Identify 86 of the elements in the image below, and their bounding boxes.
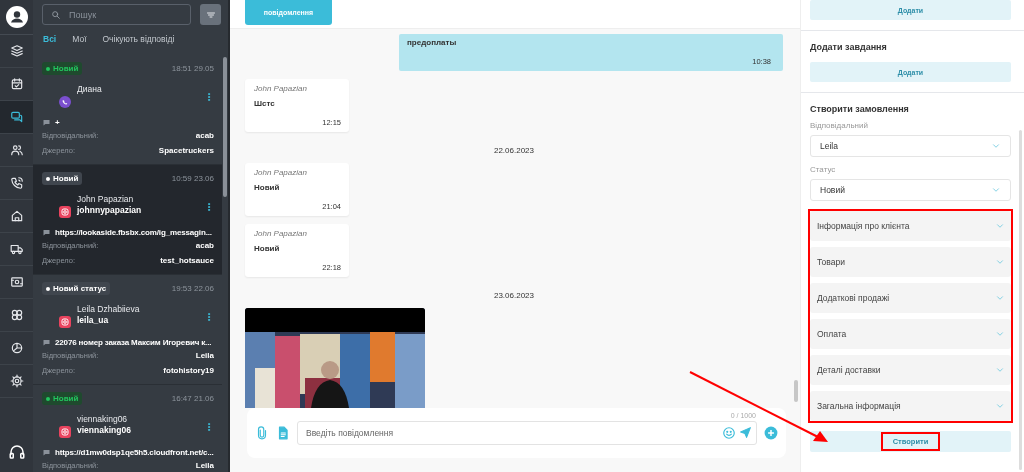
viber-icon: [59, 96, 71, 108]
responsible-value: Leila: [195, 461, 214, 470]
message-text: предоплаты: [407, 38, 458, 47]
message-preview: 22076 номер заказа Максим Игоревич к...: [55, 337, 212, 347]
contact-name: Leila Dzhabiieva: [77, 304, 141, 314]
pie-chart-icon: [9, 341, 24, 355]
accordion-item[interactable]: Товари: [810, 247, 1011, 277]
source-value: test_hotsauce: [160, 256, 214, 265]
contact-name: Диана: [77, 84, 103, 94]
conversation-time: 19:53 22.06: [171, 284, 214, 293]
responsible-select[interactable]: Leila: [810, 135, 1011, 157]
accordion-item[interactable]: Деталі доставки: [810, 355, 1011, 385]
message-author: John Papazian: [254, 168, 308, 177]
instagram-icon: [59, 206, 71, 218]
chevron-down-icon: [995, 365, 1005, 375]
phone-icon: [9, 176, 24, 190]
contact-username: viennaking06: [77, 425, 132, 435]
filter-tab[interactable]: Мої: [72, 34, 87, 44]
message-icon: [42, 337, 51, 347]
chevron-down-icon: [995, 329, 1005, 339]
status-label: Новий статус: [53, 284, 107, 293]
filter-tab[interactable]: Очікують відповіді: [102, 34, 175, 44]
message-preview: https://d1mw0dsp1qe5h5.cloudfront.net/c...: [55, 447, 214, 457]
status-label: Новий: [53, 64, 79, 73]
date-separator: 23.06.2023: [493, 291, 534, 300]
scrollbar[interactable]: [223, 57, 227, 197]
accordion-item[interactable]: Оплата: [810, 319, 1011, 349]
responsible-value: acab: [195, 131, 214, 140]
status-label: Новий: [53, 174, 79, 183]
scrollbar[interactable]: [794, 380, 798, 402]
responsible-value: Leila: [195, 351, 214, 360]
chevron-down-icon: [995, 401, 1005, 411]
conversation-time: 16:47 21.06: [171, 394, 214, 403]
instagram-icon: [59, 316, 71, 328]
scrollbar[interactable]: [1019, 130, 1022, 470]
contact-name: viennaking06: [77, 414, 129, 424]
contact-name: John Papazian: [77, 194, 135, 204]
layers-icon: [9, 44, 24, 58]
message-preview: +: [55, 117, 60, 127]
truck-icon: [9, 242, 24, 256]
contact-username: leila_ua: [77, 315, 110, 325]
message-text: Новий: [254, 183, 281, 192]
field-label: Статус: [810, 165, 837, 174]
filter-button[interactable]: [200, 4, 221, 25]
chevron-down-icon: [991, 185, 1001, 195]
message-preview: https://lookaside.fbsbx.com/ig_messagin...: [55, 227, 212, 237]
filter-tab[interactable]: Всі: [43, 34, 57, 44]
status-select[interactable]: Новий: [810, 179, 1011, 201]
instagram-icon: [59, 426, 71, 438]
avatar-icon[interactable]: [5, 6, 28, 28]
paperclip-icon[interactable]: [255, 426, 269, 440]
source-value: Spacetruckers: [158, 146, 214, 155]
chevron-down-icon: [995, 221, 1005, 231]
message-text: Новий: [254, 244, 281, 253]
message-text: Шстс: [254, 99, 276, 108]
message-icon: [42, 447, 51, 457]
accordion-item[interactable]: Додаткові продажі: [810, 283, 1011, 313]
cash-icon: [9, 275, 24, 289]
search-field[interactable]: Пошук: [42, 4, 191, 25]
contact-username: johnnypapazian: [77, 205, 143, 215]
message-author: John Papazian: [254, 84, 308, 93]
nav-item[interactable]: [0, 101, 33, 134]
chat-icon: [9, 110, 24, 124]
status-label: Новий: [53, 394, 79, 403]
conversation-time: 18:51 29.05: [171, 64, 214, 73]
calendar-icon: [9, 77, 24, 91]
settings-icon: [9, 374, 24, 388]
users-icon: [9, 143, 24, 157]
message-author: John Papazian: [254, 229, 308, 238]
field-label: Відповідальний: [810, 121, 869, 130]
search-icon: [51, 9, 61, 20]
chevron-down-icon: [995, 257, 1005, 267]
conversation-time: 10:59 23.06: [171, 174, 214, 183]
date-separator: 22.06.2023: [493, 146, 534, 155]
message-icon: [42, 227, 51, 237]
headset-icon[interactable]: [7, 443, 26, 461]
section-title: Додати завдання: [810, 42, 888, 52]
responsible-value: acab: [195, 241, 214, 250]
section-title: Створити замовлення: [810, 104, 910, 114]
source-value: fotohistory19: [163, 366, 214, 375]
home-icon: [9, 209, 24, 223]
chevron-down-icon: [995, 293, 1005, 303]
accordion-item[interactable]: Інформація про клієнта: [810, 211, 1011, 241]
accordion-item[interactable]: Загальна інформація: [810, 391, 1011, 421]
message-icon: [42, 117, 51, 127]
chevron-down-icon: [991, 141, 1001, 151]
